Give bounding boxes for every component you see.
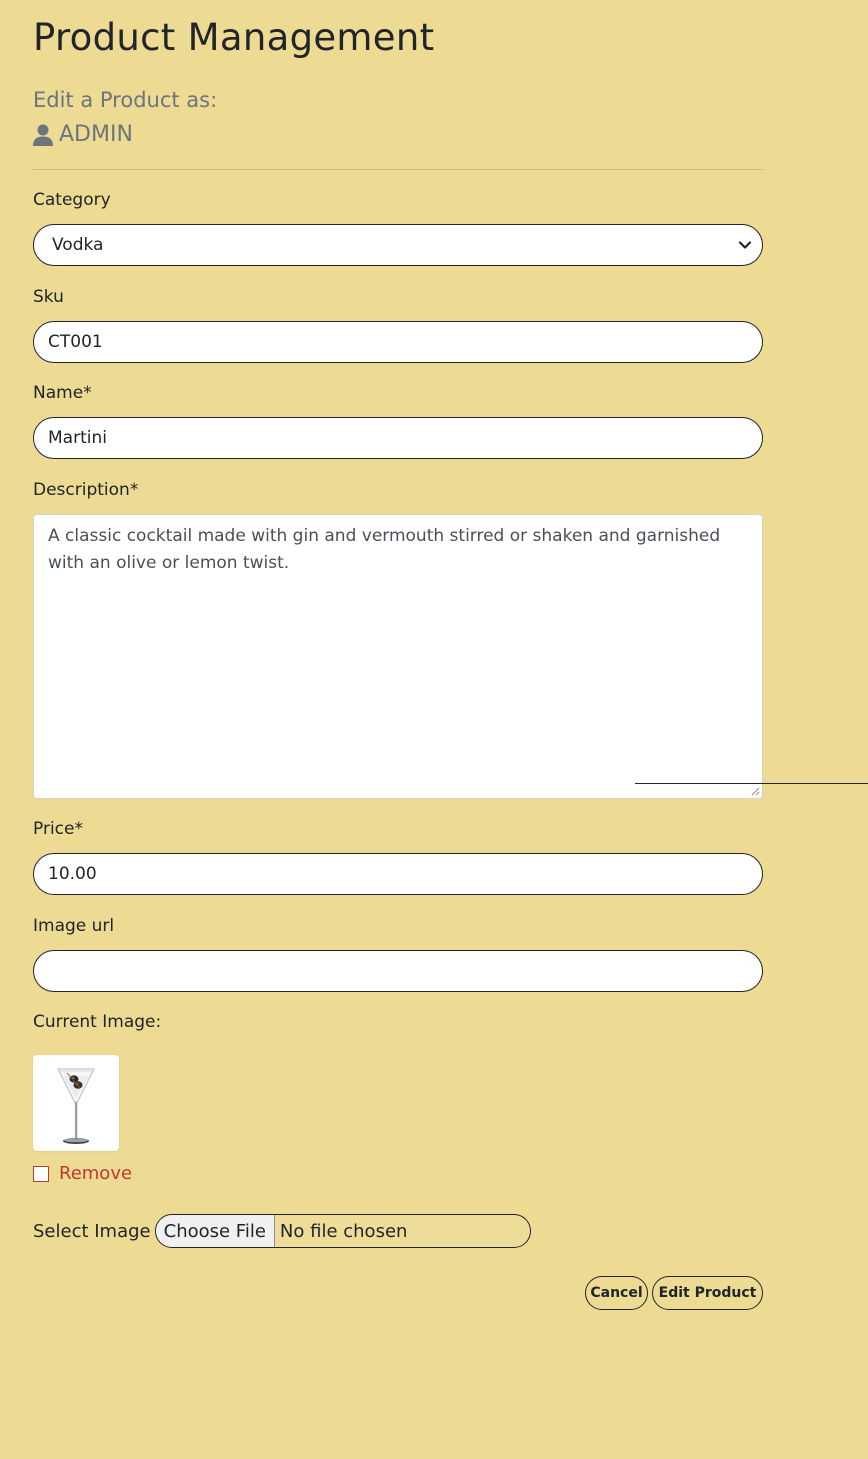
price-input[interactable]: 10.00 xyxy=(33,853,763,895)
name-label: Name* xyxy=(33,383,92,403)
divider xyxy=(33,169,763,170)
divider-line xyxy=(635,783,868,784)
current-image-thumbnail[interactable] xyxy=(33,1055,119,1151)
sku-label: Sku xyxy=(33,287,64,307)
file-status: No file chosen xyxy=(279,1220,408,1242)
chevron-down-icon xyxy=(738,241,752,249)
category-select[interactable]: Vodka xyxy=(33,224,763,266)
choose-file-button[interactable]: Choose File xyxy=(155,1215,275,1247)
martini-glass-image xyxy=(57,1068,95,1144)
cancel-button[interactable]: Cancel xyxy=(585,1276,648,1310)
page-title: Product Management xyxy=(33,16,435,59)
sku-value: CT001 xyxy=(48,332,103,352)
remove-label[interactable]: Remove xyxy=(59,1163,132,1184)
remove-checkbox[interactable] xyxy=(33,1165,49,1182)
page-subtitle: Edit a Product as: xyxy=(33,88,218,112)
image-url-input[interactable] xyxy=(33,950,763,992)
user-line: ADMIN xyxy=(33,122,133,147)
select-image-row: Select Image Choose File No file chosen xyxy=(33,1214,531,1248)
name-input[interactable]: Martini xyxy=(33,417,763,459)
description-value: A classic cocktail made with gin and ver… xyxy=(48,526,721,573)
user-name: ADMIN xyxy=(59,122,133,147)
description-textarea[interactable]: A classic cocktail made with gin and ver… xyxy=(33,514,763,799)
sku-input[interactable]: CT001 xyxy=(33,321,763,363)
edit-product-button[interactable]: Edit Product xyxy=(652,1276,763,1310)
category-label: Category xyxy=(33,190,111,210)
image-url-label: Image url xyxy=(33,916,115,936)
description-label: Description* xyxy=(33,480,139,500)
category-value: Vodka xyxy=(52,235,104,255)
remove-row: Remove xyxy=(33,1163,132,1184)
select-image-label: Select Image xyxy=(33,1220,151,1242)
name-value: Martini xyxy=(48,428,107,448)
resize-grip-icon[interactable] xyxy=(750,786,760,796)
current-image-label: Current Image: xyxy=(33,1012,162,1032)
file-input[interactable]: Choose File No file chosen xyxy=(154,1214,531,1248)
user-icon xyxy=(33,124,53,146)
price-label: Price* xyxy=(33,819,83,839)
price-value: 10.00 xyxy=(48,864,97,884)
